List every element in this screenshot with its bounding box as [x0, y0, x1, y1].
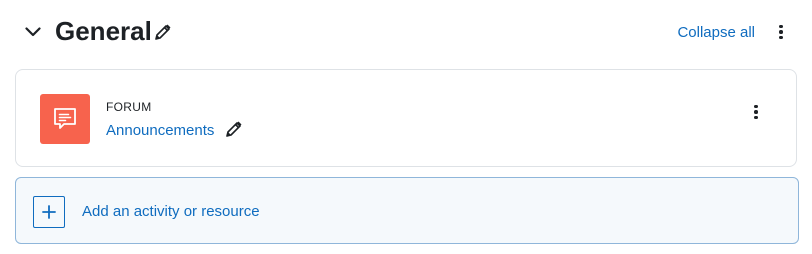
kebab-menu-icon[interactable] [773, 22, 789, 42]
kebab-dot [754, 110, 758, 114]
pencil-icon[interactable] [154, 23, 174, 43]
kebab-dot [779, 35, 783, 40]
section-header: General Collapse all [0, 0, 812, 64]
add-activity-label: Add an activity or resource [82, 203, 260, 220]
kebab-dot [754, 104, 758, 109]
activity-name-link[interactable]: Announcements [106, 122, 214, 140]
forum-icon[interactable] [40, 94, 90, 144]
activity-type-label: FORUM [106, 100, 152, 114]
chevron-down-icon[interactable] [22, 21, 44, 43]
kebab-menu-icon[interactable] [748, 102, 764, 122]
pencil-icon[interactable] [225, 120, 245, 140]
kebab-dot [779, 30, 783, 34]
collapse-all-link[interactable]: Collapse all [677, 24, 755, 42]
section-title: General [55, 16, 152, 46]
kebab-dot [754, 115, 758, 120]
kebab-dot [779, 24, 783, 29]
add-activity-button[interactable]: Add an activity or resource [15, 177, 799, 244]
activity-card: FORUM Announcements [15, 69, 797, 167]
plus-icon [33, 196, 65, 228]
